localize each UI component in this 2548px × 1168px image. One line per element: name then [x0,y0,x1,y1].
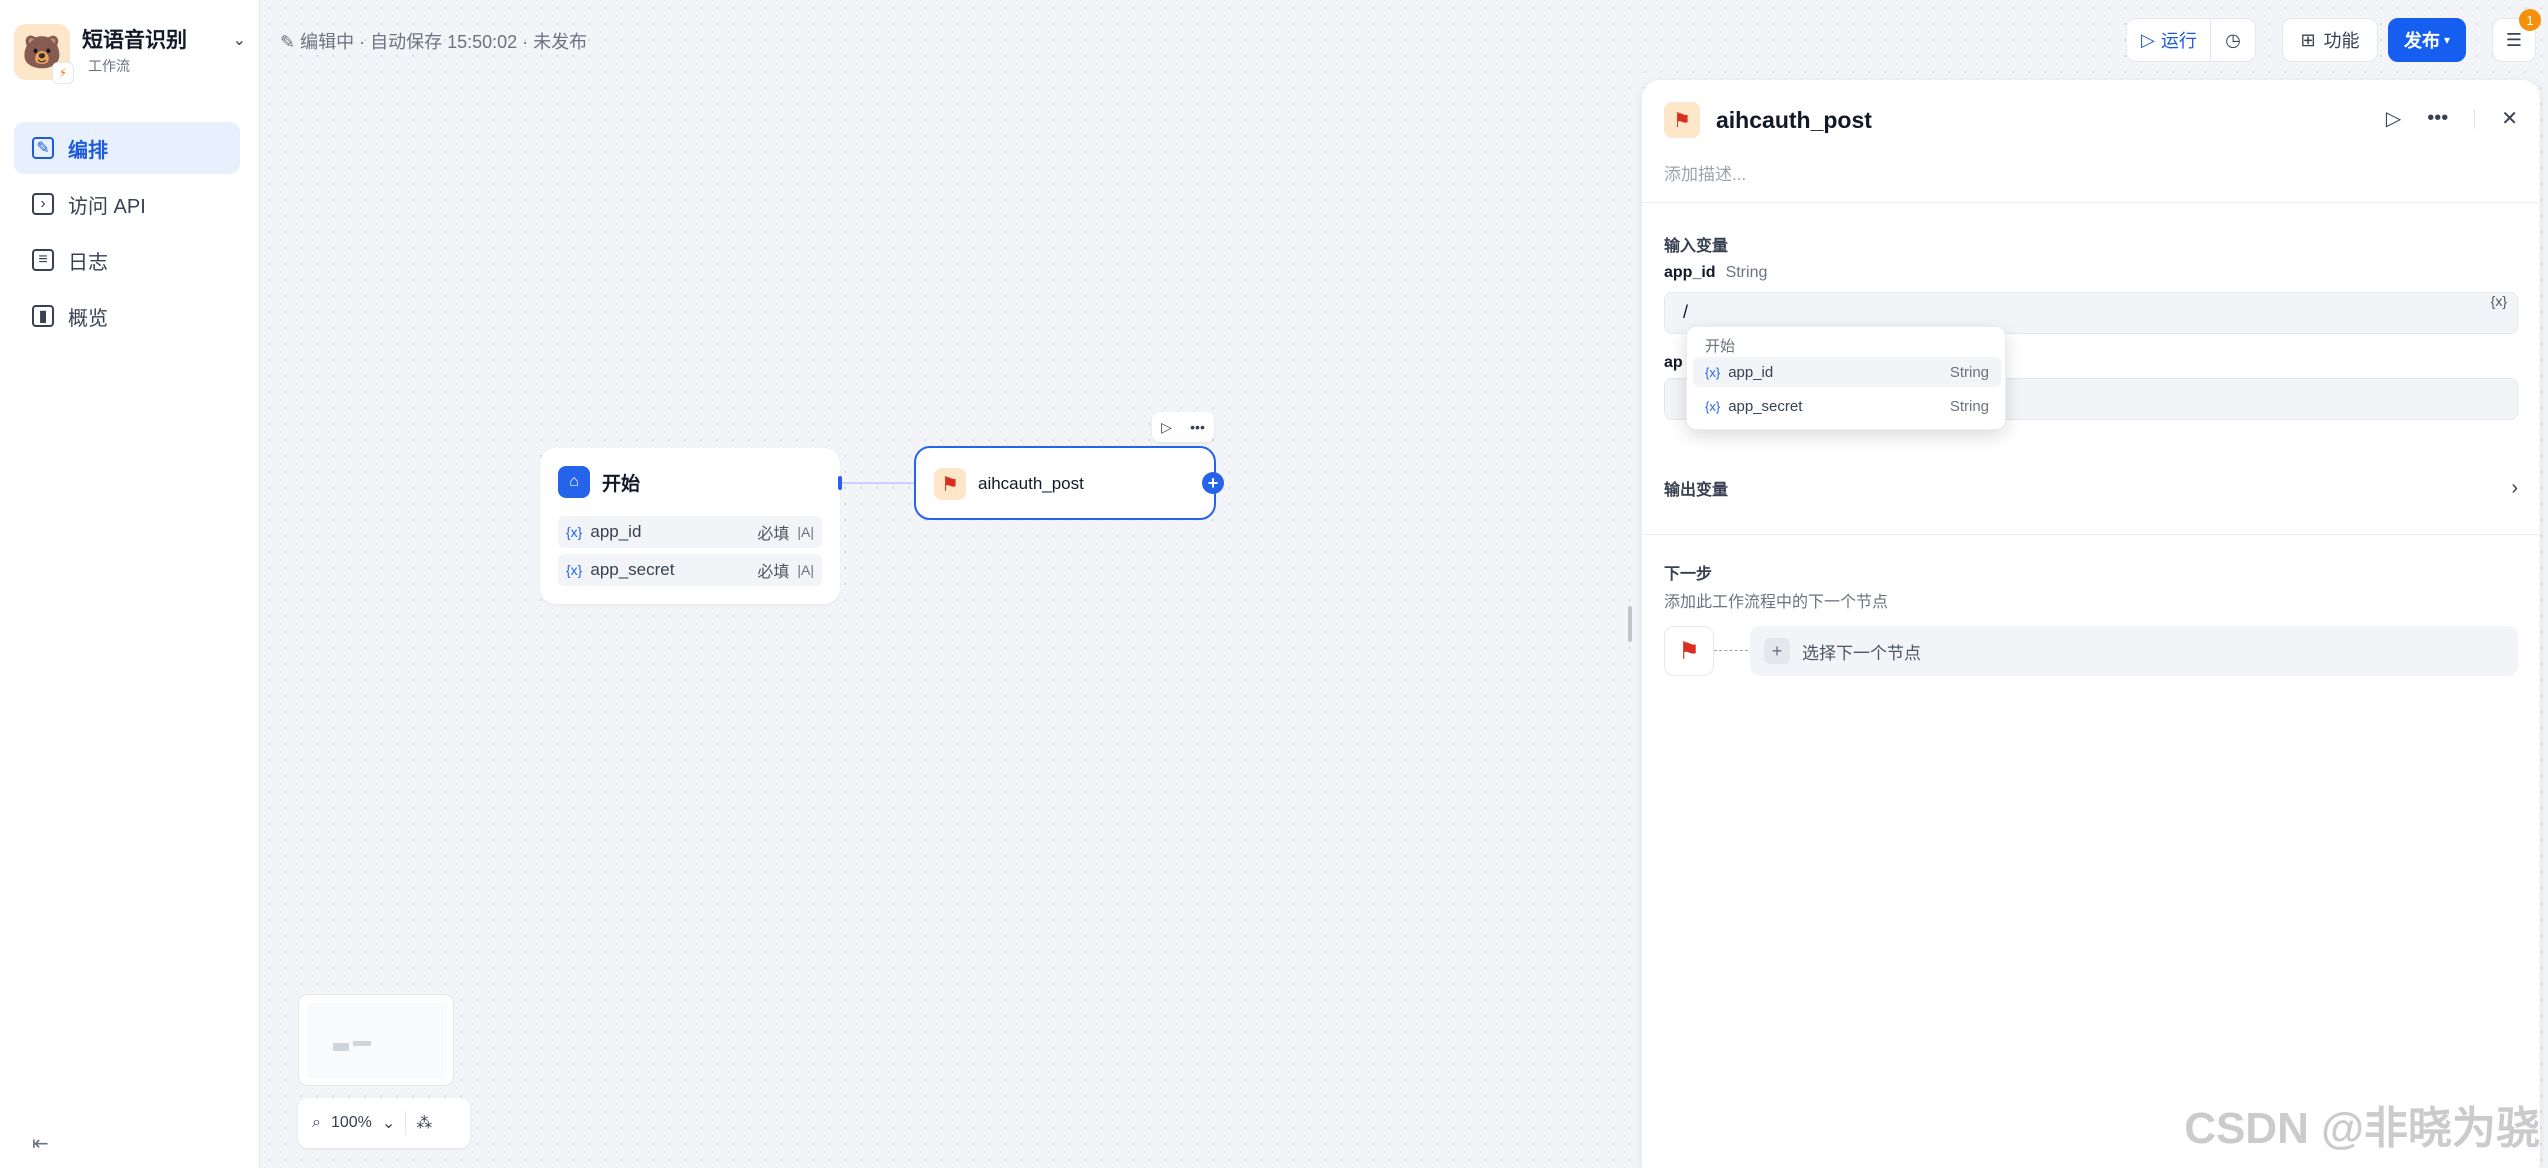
plus-icon: + [1764,638,1790,664]
flag-icon: ⚑ [934,468,966,500]
close-icon[interactable]: ✕ [2501,106,2518,131]
variable-dropdown: 开始 {x} app_id String {x} app_secret Stri… [1686,326,2006,430]
minimap[interactable] [298,994,454,1086]
more-icon[interactable]: ••• [2427,107,2448,130]
field-label: app_id String [1664,264,1768,281]
watermark: CSDN @非晓为骁 [2184,1104,2540,1153]
features-button[interactable]: ⊞ 功能 [2282,18,2378,62]
panel-resize-handle[interactable] [1628,606,1632,642]
checklist-button[interactable]: ☰ 1 [2492,9,2541,62]
start-var-row: {x} app_secret 必填 |A| [558,554,822,586]
log-icon: ≡ [32,249,54,271]
app-avatar: 🐻 ⚡ [14,24,74,84]
output-variables-row[interactable]: 输出变量 › [1664,476,2518,500]
search-icon: ⌕ [312,1114,321,1131]
collapse-sidebar-icon[interactable]: ⇤ [32,1131,49,1156]
terminal-icon: › [32,193,54,215]
http-node[interactable]: ⚑ aihcauth_post [914,446,1216,520]
app-name: 短语音识别 [82,29,187,52]
connector-line [1714,650,1748,651]
dropdown-item[interactable]: {x} app_id String [1693,357,2001,387]
sidebar-nav: ✎ 编排 › 访问 API ≡ 日志 ▮ 概览 [14,122,240,346]
start-var-row: {x} app_id 必填 |A| [558,516,822,548]
edit-icon: ✎ [32,137,54,159]
sidebar-item-api[interactable]: › 访问 API [14,178,240,230]
variable-icon: {x} [1705,398,1721,414]
sidebar-item-label: 日志 [68,251,108,274]
run-button[interactable]: ▷ 运行 [2127,19,2211,61]
chevron-down-icon[interactable]: ⌄ [382,1113,395,1133]
publish-button[interactable]: 发布 ▾ [2388,18,2466,62]
field-label: ap [1664,354,1683,371]
minimap-viewport [307,1003,447,1079]
variable-icon: {x} [566,562,583,578]
minimap-node [353,1041,371,1046]
sidebar-item-label: 编排 [68,139,108,162]
layout-icon[interactable]: ⁂ [416,1113,432,1133]
sidebar-item-overview[interactable]: ▮ 概览 [14,290,240,342]
sidebar-item-label: 访问 API [68,195,146,218]
run-group: ▷ 运行 ◷ [2126,18,2256,62]
pencil-icon: ✎ [280,32,296,52]
node-toolbar: ▷ ••• [1152,412,1214,442]
description-input[interactable]: 添加描述... [1664,160,1746,185]
play-icon[interactable]: ▷ [1161,419,1172,436]
sidebar-item-logs[interactable]: ≡ 日志 [14,234,240,286]
chevron-right-icon: › [2511,476,2518,499]
chevron-down-icon: ▾ [2443,33,2451,47]
minimap-node [333,1043,349,1051]
divider [1642,534,2540,535]
workflow-icon: ⚡ [52,62,74,84]
zoom-bar: ⌕ 100% ⌄ ⁂ [298,1098,470,1148]
panel-tools: ▷ ••• ✕ [2386,106,2518,131]
next-step-description: 添加此工作流程中的下一个节点 [1664,594,1889,611]
text-type-icon: |A| [797,524,814,540]
checklist-icon: ☰ [2505,29,2523,50]
divider [1642,202,2540,203]
input-variables-label: 输入变量 [1664,238,1729,255]
play-icon[interactable]: ▷ [2386,106,2401,131]
dropdown-item[interactable]: {x} app_secret String [1693,391,2001,421]
sidebar-item-label: 概览 [68,307,108,330]
zoom-level[interactable]: 100% [331,1114,372,1132]
app-type: 工作流 [88,58,130,74]
flag-icon: ⚑ [1664,102,1700,138]
chevron-down-icon[interactable]: ⌄ [233,30,246,50]
save-status: ✎ 编辑中 · 自动保存 15:50:02 · 未发布 [280,32,588,52]
http-node-title: ⚑ aihcauth_post [934,468,1084,500]
grid-icon: ⊞ [2300,29,2316,50]
node-config-panel: ⚑ aihcauth_post ▷ ••• ✕ 添加描述... 输入变量 app… [1642,80,2540,1168]
select-next-node-button[interactable]: + 选择下一个节点 [1750,626,2518,676]
checklist-badge: 1 [2519,9,2541,31]
history-icon[interactable]: ◷ [2211,30,2255,51]
dropdown-group-label: 开始 [1705,338,1736,355]
sidebar-item-orchestrate[interactable]: ✎ 编排 [14,122,240,174]
node-edge [840,482,916,484]
next-step-label: 下一步 [1664,566,1713,583]
source-handle[interactable] [838,476,842,490]
start-node[interactable]: ⌂ 开始 {x} app_id 必填 |A| {x} app_secret 必填… [540,448,840,604]
sidebar: 🐻 ⚡ 短语音识别 工作流 ⌄ ✎ 编排 › 访问 API ≡ 日志 ▮ 概览 … [0,0,260,1168]
variable-icon: {x} [1705,364,1721,380]
play-icon: ▷ [2141,29,2155,50]
start-node-title: ⌂ 开始 [558,466,640,498]
text-type-icon: |A| [797,562,814,578]
divider [2474,108,2476,129]
more-icon[interactable]: ••• [1190,419,1205,435]
flag-icon: ⚑ [1664,626,1714,676]
app-selector[interactable]: 🐻 ⚡ 短语音识别 工作流 ⌄ [14,22,246,84]
home-icon: ⌂ [558,466,590,498]
panel-header: ⚑ aihcauth_post [1664,102,1872,138]
add-node-icon[interactable]: + [1202,472,1224,494]
variable-icon: {x} [566,524,583,540]
panel-title[interactable]: aihcauth_post [1716,107,1872,134]
divider [405,1111,407,1135]
variable-icon[interactable]: {x} [2491,293,2507,309]
chart-icon: ▮ [32,305,54,327]
